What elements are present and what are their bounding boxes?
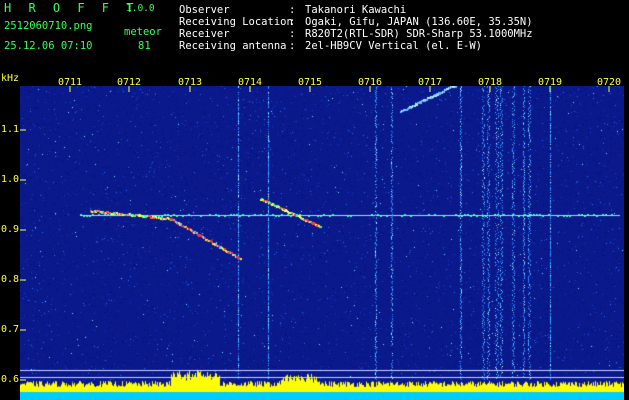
info-label-receiver: Receiver bbox=[179, 28, 230, 40]
info-separator: : bbox=[289, 28, 296, 40]
info-value-location: Ogaki, Gifu, JAPAN (136.60E, 35.35N) bbox=[305, 16, 533, 28]
app-logo: H R O F F T bbox=[4, 1, 139, 15]
y-axis-unit: kHz bbox=[1, 73, 20, 84]
y-tick-label: 1.0 bbox=[1, 174, 20, 185]
y-tick-label: 0.7 bbox=[1, 324, 20, 335]
info-separator: : bbox=[289, 4, 296, 16]
capture-datetime: 25.12.06 07:10 bbox=[4, 40, 93, 52]
info-value-antenna: 2el-HB9CV Vertical (el. E-W) bbox=[305, 40, 483, 52]
app-version: 1.0.0 bbox=[126, 3, 155, 14]
header-panel: H R O F F T 1.0.0 2512060710.png meteor … bbox=[0, 0, 629, 72]
y-tick-label: 0.8 bbox=[1, 274, 20, 285]
y-tick-label: 1.1 bbox=[1, 124, 20, 135]
spectrogram-canvas bbox=[20, 86, 624, 400]
info-value-observer: Takanori Kawachi bbox=[305, 4, 407, 16]
meteor-count-value: 81 bbox=[138, 40, 151, 52]
info-label-location: Receiving Location bbox=[179, 16, 293, 28]
info-label-observer: Observer bbox=[179, 4, 230, 16]
info-separator: : bbox=[289, 40, 296, 52]
meteor-count-label: meteor bbox=[124, 26, 162, 38]
image-filename: 2512060710.png bbox=[4, 20, 93, 32]
y-tick-label: 0.6 bbox=[1, 374, 20, 385]
info-separator: : bbox=[289, 16, 296, 28]
info-label-antenna: Receiving antenna bbox=[179, 40, 287, 52]
y-tick-label: 0.9 bbox=[1, 224, 20, 235]
info-value-receiver: R820T2(RTL-SDR) SDR-Sharp 53.1000MHz bbox=[305, 28, 533, 40]
